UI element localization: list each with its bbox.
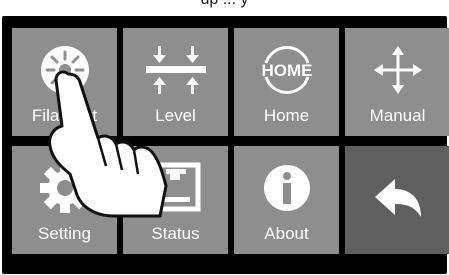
touchscreen: Filament Level HOME Home Manual Setting …: [2, 16, 449, 274]
level-arrows-icon: [123, 42, 228, 98]
tile-label: Manual: [369, 106, 426, 125]
tile-label: Filament: [31, 106, 98, 125]
tile-label: Status: [151, 224, 200, 243]
tile-back[interactable]: [345, 146, 449, 254]
svg-text:HOME: HOME: [261, 61, 312, 80]
page: up ... y: [0, 0, 449, 275]
printer-status-icon: [123, 160, 228, 216]
info-icon: [234, 160, 339, 216]
tile-level[interactable]: Level: [123, 28, 228, 136]
tile-label: Level: [155, 106, 196, 125]
tile-label: Setting: [38, 224, 91, 243]
move-arrows-icon: [345, 42, 449, 98]
tile-setting[interactable]: Setting: [12, 146, 117, 254]
tile-status[interactable]: Status: [123, 146, 228, 254]
tile-filament[interactable]: Filament: [12, 28, 117, 136]
gear-icon: [12, 160, 117, 216]
tile-about[interactable]: About: [234, 146, 339, 254]
back-arrow-icon: [345, 170, 449, 226]
filament-wheel-icon: [12, 42, 117, 98]
tile-manual[interactable]: Manual: [345, 28, 449, 136]
tile-label: About: [264, 224, 309, 243]
top-caption: up ... y: [0, 0, 449, 9]
home-badge-icon: HOME: [234, 42, 339, 98]
tile-home[interactable]: HOME Home: [234, 28, 339, 136]
tile-label: Home: [263, 106, 310, 125]
